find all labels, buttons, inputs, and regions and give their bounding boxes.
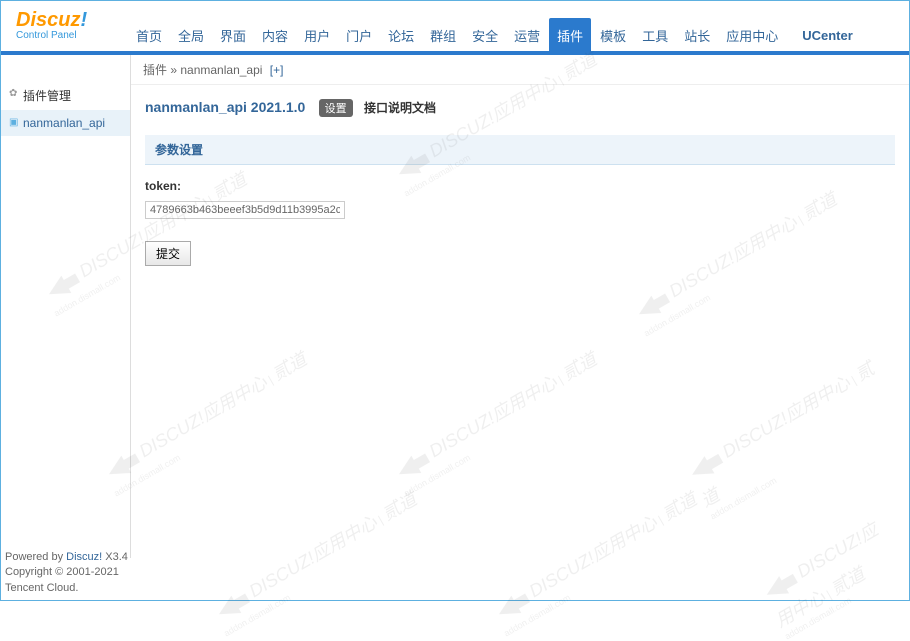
doc-link[interactable]: 接口说明文档 [364, 101, 436, 115]
doc-icon: ▣ [9, 117, 19, 127]
nav-plugin[interactable]: 插件 [549, 18, 591, 53]
token-input[interactable] [145, 201, 345, 219]
footer: Powered by Discuz! X3.4 Copyright © 2001… [5, 550, 128, 596]
nav-tool[interactable]: 工具 [635, 20, 675, 51]
plugin-header: nanmanlan_api 2021.1.0 设置 接口说明文档 [145, 99, 895, 117]
breadcrumb: 插件 » nanmanlan_api [+] [131, 55, 909, 85]
logo: Discuz! Control Panel [16, 9, 87, 41]
nav-user[interactable]: 用户 [297, 20, 337, 51]
header: Discuz! Control Panel 首页 全局 界面 内容 用户 门户 … [1, 1, 909, 51]
nav-ucenter[interactable]: UCenter [795, 22, 860, 49]
nav-interface[interactable]: 界面 [213, 20, 253, 51]
main: 插件 » nanmanlan_api [+] nanmanlan_api 202… [131, 55, 909, 558]
nav-forum[interactable]: 论坛 [381, 20, 421, 51]
token-label: token: [145, 177, 895, 195]
nav-webmaster[interactable]: 站长 [677, 20, 717, 51]
nav-global[interactable]: 全局 [171, 20, 211, 51]
nav-group[interactable]: 群组 [423, 20, 463, 51]
config-button[interactable]: 设置 [319, 99, 353, 117]
nav-portal[interactable]: 门户 [339, 20, 379, 51]
section-params: 参数设置 [145, 135, 895, 165]
footer-discuz-link[interactable]: Discuz! [66, 551, 102, 563]
logo-text: Discuz! [16, 9, 87, 31]
breadcrumb-root[interactable]: 插件 [143, 63, 167, 77]
sidebar: ✿ 插件管理 ▣ nanmanlan_api [1, 55, 131, 558]
nav-appcenter[interactable]: 应用中心 [719, 20, 785, 51]
logo-subtitle: Control Panel [16, 30, 87, 41]
gear-icon: ✿ [9, 88, 19, 98]
submit-button[interactable]: 提交 [145, 241, 191, 266]
nav-security[interactable]: 安全 [465, 20, 505, 51]
breadcrumb-current: nanmanlan_api [180, 63, 262, 77]
nav-content[interactable]: 内容 [255, 20, 295, 51]
top-nav: 首页 全局 界面 内容 用户 门户 论坛 群组 安全 运营 插件 模板 工具 站… [129, 19, 909, 51]
sidebar-item-plugin-manage[interactable]: ✿ 插件管理 [1, 81, 130, 110]
breadcrumb-expand[interactable]: [+] [270, 63, 284, 77]
sidebar-item-label: nanmanlan_api [23, 116, 105, 130]
sidebar-item-nanmanlan[interactable]: ▣ nanmanlan_api [1, 110, 130, 136]
nav-template[interactable]: 模板 [593, 20, 633, 51]
nav-operation[interactable]: 运营 [507, 20, 547, 51]
plugin-title: nanmanlan_api 2021.1.0 [145, 99, 305, 115]
sidebar-item-label: 插件管理 [23, 89, 71, 103]
nav-home[interactable]: 首页 [129, 20, 169, 51]
